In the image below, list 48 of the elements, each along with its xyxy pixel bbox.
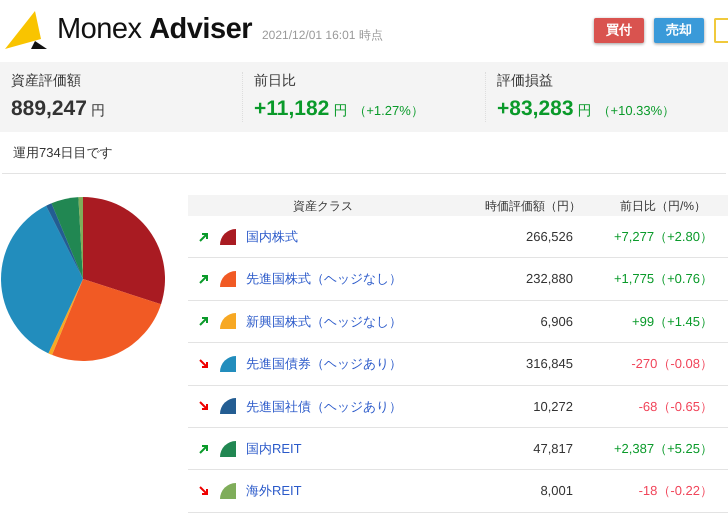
partial-button[interactable]: [714, 18, 728, 42]
asset-class-link[interactable]: 新興国株式（ヘッジなし）: [246, 312, 458, 332]
asset-class-link[interactable]: 国内REIT: [246, 438, 458, 458]
summary-value: 889,247: [11, 96, 87, 122]
column-header: 資産クラス: [292, 198, 354, 214]
asset-class-link[interactable]: 先進国債券（ヘッジあり）: [246, 354, 458, 374]
change-cell-text: -270（-0.08）: [630, 355, 713, 374]
change-cell-text: +7,277（+2.80）: [612, 228, 713, 246]
up-arrow-icon: [198, 315, 210, 328]
unit-label: 円: [578, 100, 592, 120]
column-header: 前日比（円/%）: [618, 198, 707, 214]
change-cell-text: +1,775（+0.76）: [612, 270, 713, 288]
up-arrow-icon: [198, 230, 210, 243]
logo-text: Monex Adviser: [57, 12, 252, 48]
summary-percent: （+1.27%）: [353, 102, 424, 120]
down-arrow-icon: [198, 485, 210, 498]
summary-label: 前日比: [254, 70, 297, 90]
change-cell-text: +2,387（+5.25）: [612, 440, 713, 458]
summary-value: +11,182: [254, 96, 330, 122]
summary-percent: （+10.33%）: [598, 102, 676, 120]
change-cell-text: +99（+1.45）: [631, 312, 713, 331]
amount-cell-text: 316,845: [525, 355, 573, 374]
amount-cell-text: 232,880: [525, 270, 573, 288]
summary-label: 資産評価額: [11, 70, 82, 90]
down-arrow-icon: [198, 358, 210, 370]
amount-cell-text: 47,817: [532, 440, 573, 458]
unit-label: 円: [333, 100, 348, 120]
timestamp: 2021/12/01 16:01 時点: [262, 27, 383, 44]
unit-label: 円: [90, 100, 105, 120]
asset-class-link[interactable]: 国内株式: [246, 226, 458, 246]
amount-cell-text: 10,272: [532, 398, 573, 416]
buy-button[interactable]: 買付: [594, 18, 644, 42]
amount-cell-text: 266,526: [525, 228, 573, 246]
logo-icon: [5, 11, 47, 49]
up-arrow-icon: [198, 273, 210, 286]
amount-cell-text: 8,001: [539, 482, 573, 500]
change-cell-text: -18（-0.22）: [638, 482, 713, 500]
change-cell-text: -68（-0.65）: [638, 398, 713, 416]
days-note: 運用734日目です: [13, 144, 113, 162]
asset-class-link[interactable]: 先進国社債（ヘッジあり）: [246, 396, 458, 416]
asset-class-link[interactable]: 海外REIT: [246, 481, 458, 501]
amount-cell-text: 6,906: [539, 312, 573, 331]
summary-value: +83,283: [497, 96, 574, 122]
summary-label: 評価損益: [497, 70, 554, 90]
up-arrow-icon: [198, 442, 210, 455]
down-arrow-icon: [198, 400, 210, 412]
column-header: 時価評価額（円）: [484, 198, 582, 214]
asset-class-link[interactable]: 先進国株式（ヘッジなし）: [246, 269, 458, 289]
